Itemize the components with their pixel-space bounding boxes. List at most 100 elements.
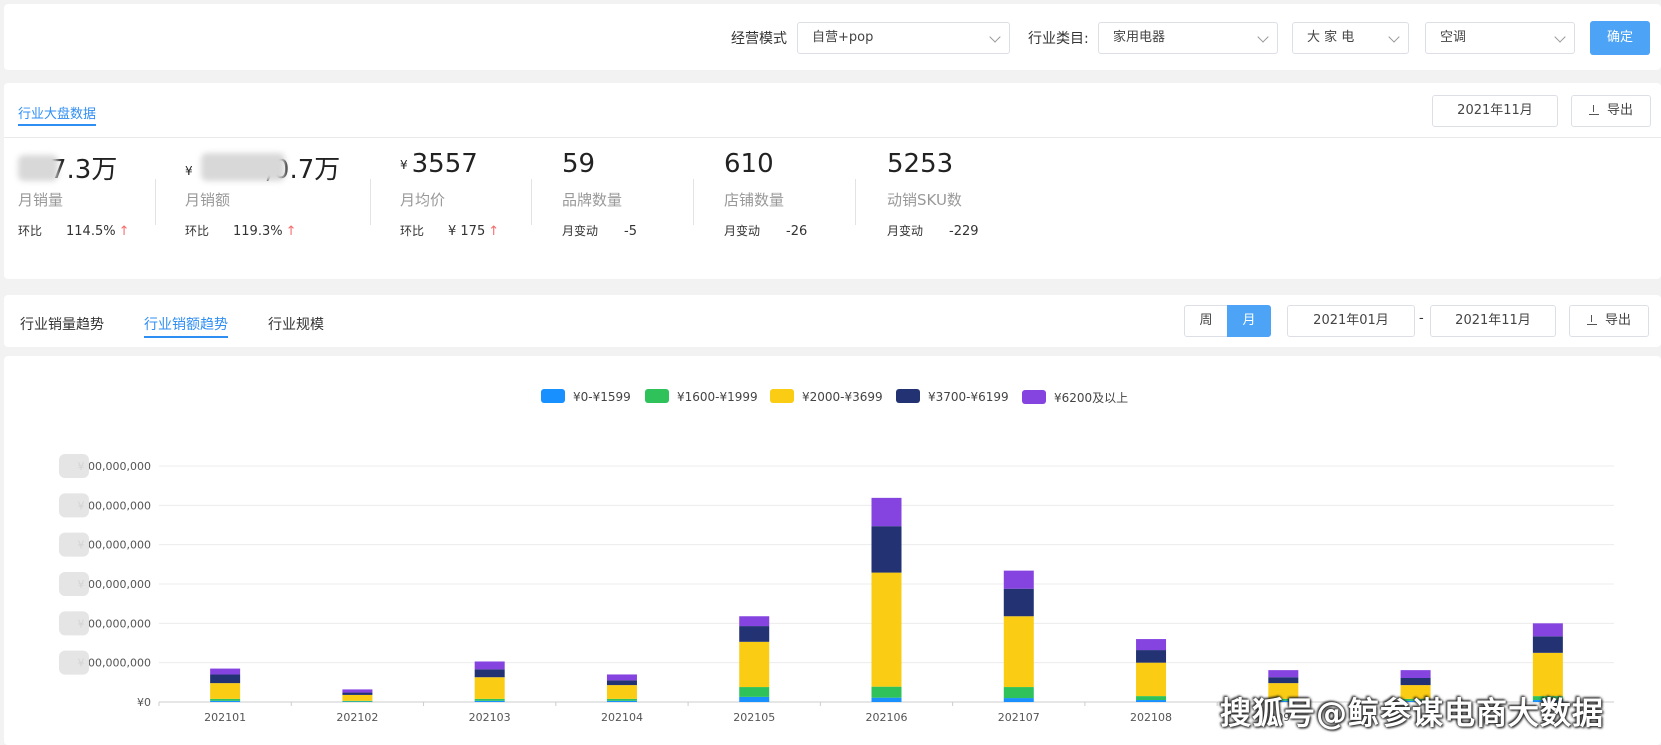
month-picker[interactable]: 2021年11月 bbox=[1432, 95, 1558, 127]
bar-segment bbox=[342, 700, 373, 702]
category-label: 行业类目: bbox=[1028, 31, 1089, 47]
kpi-change: 环比 119.3% ↑ bbox=[185, 224, 297, 239]
kpi-average-price: ¥3557 月均价 环比 ¥ 175 ↑ bbox=[400, 149, 550, 239]
bar-segment bbox=[1136, 696, 1167, 701]
kpi-store-count: 610 店铺数量 月变动 -26 bbox=[724, 149, 874, 239]
divider bbox=[4, 137, 1661, 138]
bar-segment bbox=[210, 668, 241, 675]
bar-segment bbox=[606, 674, 637, 681]
bar-segment bbox=[1268, 670, 1299, 678]
x-tick-label: 202104 bbox=[601, 711, 643, 724]
kpi-name: 月销量 bbox=[18, 191, 64, 209]
mode-select[interactable]: 自营+pop bbox=[797, 22, 1010, 54]
bar-segment bbox=[1003, 588, 1034, 617]
chevron-down-icon bbox=[1388, 31, 1400, 43]
industry-overview-card: 行业大盘数据 2021年11月 导出 7.3万 月销量 环比 114.5% ↑ ¥,… bbox=[4, 83, 1661, 279]
filter-bar: 经营模式 自营+pop 行业类目: 家用电器 大 家 电 空调 确定 bbox=[4, 4, 1661, 70]
chevron-down-icon bbox=[989, 31, 1001, 43]
divider bbox=[693, 179, 694, 225]
bar-segment bbox=[606, 685, 637, 699]
export-button[interactable]: 导出 bbox=[1571, 95, 1651, 127]
kpi-name: 动销SKU数 bbox=[887, 191, 962, 209]
y-tick-label: ¥0 bbox=[137, 696, 151, 709]
bar-segment bbox=[474, 698, 505, 701]
bar-segment bbox=[871, 497, 902, 527]
kpi-value: 5253 bbox=[887, 149, 954, 179]
x-tick-label: 202108 bbox=[1130, 711, 1172, 724]
kpi-brand-count: 59 品牌数量 月变动 -5 bbox=[562, 149, 712, 239]
kpi-change: 环比 114.5% ↑ bbox=[18, 224, 130, 239]
bar-segment bbox=[739, 616, 770, 627]
tab-industry-scale[interactable]: 行业规模 bbox=[268, 314, 324, 334]
month-toggle[interactable]: 月 bbox=[1227, 305, 1271, 337]
bar-segment bbox=[1532, 636, 1563, 653]
end-month-picker[interactable]: 2021年11月 bbox=[1430, 305, 1556, 337]
kpi-active-sku-count: 5253 动销SKU数 月变动 -229 bbox=[887, 149, 1037, 239]
redaction-blur bbox=[59, 454, 89, 478]
download-icon bbox=[1588, 105, 1599, 115]
bar-segment bbox=[1268, 677, 1299, 684]
redaction-blur bbox=[59, 532, 89, 557]
bar-segment bbox=[474, 661, 505, 670]
x-tick-label: 202103 bbox=[469, 711, 511, 724]
tab-industry-overview[interactable]: 行业大盘数据 bbox=[18, 103, 97, 126]
bar-segment bbox=[606, 698, 637, 701]
bar-segment bbox=[342, 689, 373, 693]
bar-segment bbox=[1400, 670, 1431, 679]
tab-industry-sales-trend[interactable]: 行业销额趋势 bbox=[144, 314, 228, 338]
kpi-change: 环比 ¥ 175 ↑ bbox=[400, 224, 500, 239]
kpi-value: 7.3万 bbox=[18, 149, 168, 185]
bar-segment bbox=[871, 526, 902, 573]
bar-segment bbox=[1003, 687, 1034, 699]
redaction-blur bbox=[59, 611, 89, 636]
bar-segment bbox=[1400, 678, 1431, 686]
x-tick-label: 202107 bbox=[998, 711, 1040, 724]
kpi-name: 品牌数量 bbox=[562, 191, 623, 209]
start-month-picker[interactable]: 2021年01月 bbox=[1287, 305, 1415, 337]
trend-export-button[interactable]: 导出 bbox=[1569, 305, 1649, 337]
chevron-down-icon bbox=[1554, 31, 1566, 43]
arrow-up-icon: ↑ bbox=[118, 224, 130, 239]
bar-segment bbox=[606, 680, 637, 686]
kpi-name: 店铺数量 bbox=[724, 191, 785, 209]
kpi-monthly-volume: 7.3万 月销量 环比 114.5% ↑ bbox=[18, 149, 168, 239]
bar-segment bbox=[210, 674, 241, 684]
arrow-up-icon: ↑ bbox=[285, 224, 297, 239]
bar-segment bbox=[1136, 639, 1167, 651]
bar-segment bbox=[1003, 616, 1034, 688]
bar-segment bbox=[871, 572, 902, 687]
trend-toolbar: 行业销量趋势 行业销额趋势 行业规模 周 月 2021年01月 - 2021年1… bbox=[4, 295, 1661, 347]
category-select[interactable]: 家用电器 bbox=[1098, 22, 1278, 54]
kpi-value: 59 bbox=[562, 149, 596, 179]
week-toggle[interactable]: 周 bbox=[1184, 305, 1228, 337]
bar-segment bbox=[606, 700, 637, 702]
arrow-up-icon: ↑ bbox=[488, 224, 500, 239]
mode-select-value: 自营+pop bbox=[812, 30, 874, 45]
bar-segment bbox=[210, 683, 241, 699]
subcategory-select[interactable]: 大 家 电 bbox=[1292, 22, 1409, 54]
subcategory-select-value: 大 家 电 bbox=[1307, 30, 1355, 45]
bar-segment bbox=[474, 700, 505, 702]
bar-segment bbox=[739, 696, 770, 702]
bar-segment bbox=[1136, 650, 1167, 663]
tab-industry-volume-trend[interactable]: 行业销量趋势 bbox=[20, 314, 104, 334]
export-button-label: 导出 bbox=[1604, 313, 1631, 328]
range-separator: - bbox=[1419, 311, 1424, 326]
kpi-value: ¥ ,0.7万 bbox=[185, 153, 341, 185]
sales-trend-chart-card: ¥0-¥1599 ¥1600-¥1999 ¥2000-¥3699 ¥3700-¥… bbox=[4, 356, 1661, 745]
bar-segment bbox=[342, 694, 373, 701]
bar-segment bbox=[739, 687, 770, 697]
bar-segment bbox=[342, 692, 373, 695]
redaction-blur bbox=[59, 493, 89, 518]
chevron-down-icon bbox=[1257, 31, 1269, 43]
x-tick-label: 202101 bbox=[204, 711, 246, 724]
leaf-category-select[interactable]: 空调 bbox=[1425, 22, 1575, 54]
download-icon bbox=[1586, 315, 1597, 325]
confirm-button[interactable]: 确定 bbox=[1590, 21, 1650, 55]
watermark-text: 搜狐号@鲸参谋电商大数据 bbox=[1220, 696, 1604, 732]
kpi-change: 月变动 -26 bbox=[724, 224, 808, 239]
divider bbox=[531, 179, 532, 225]
redaction-blur bbox=[201, 153, 285, 181]
kpi-name: 月销额 bbox=[185, 191, 231, 209]
kpi-change: 月变动 -5 bbox=[562, 224, 637, 239]
